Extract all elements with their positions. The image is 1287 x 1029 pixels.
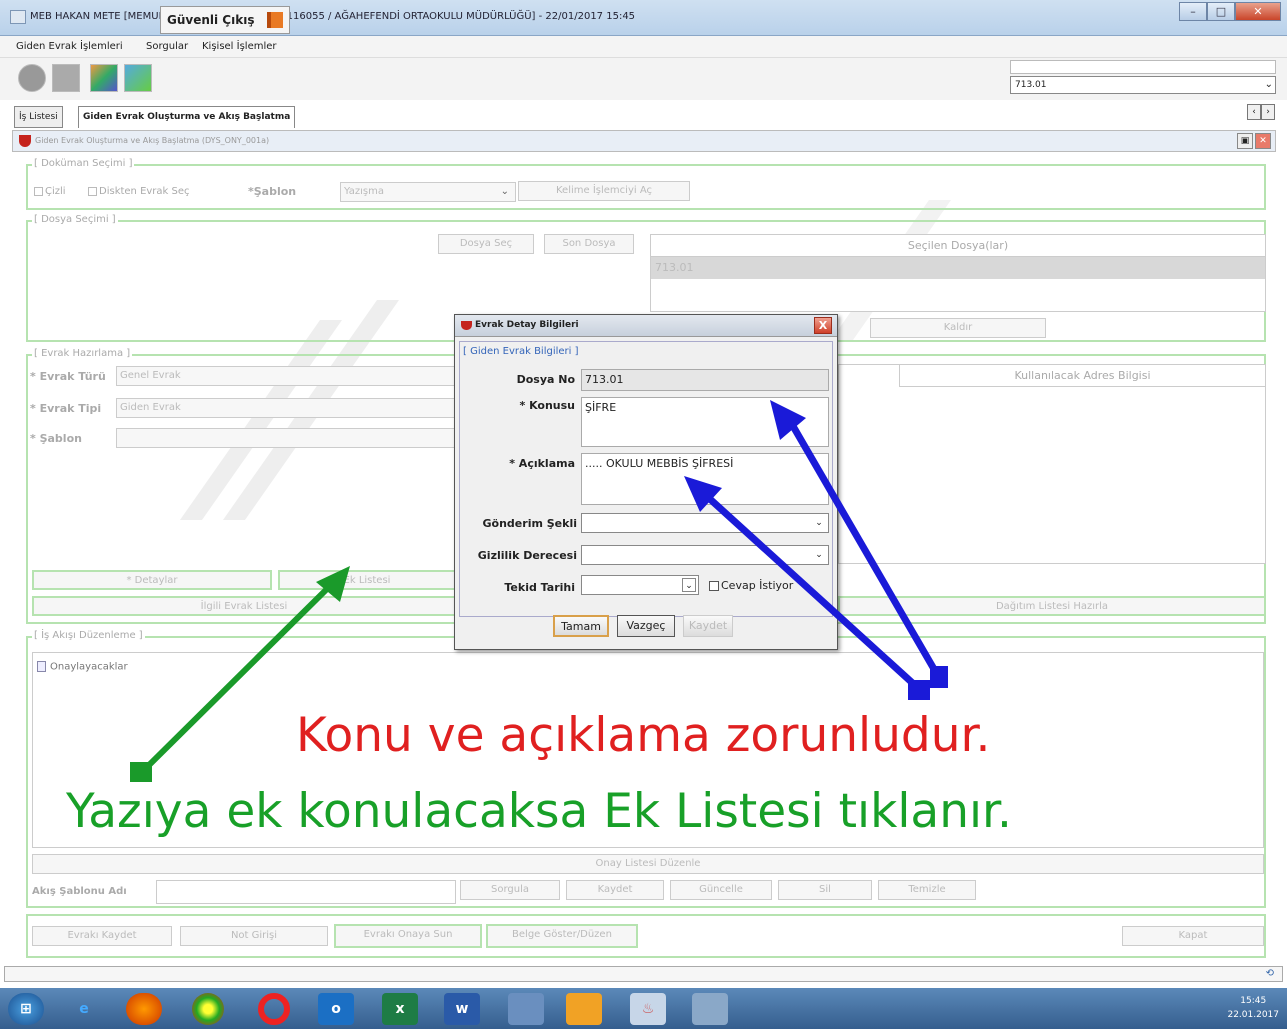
status-bar: ⟲ [4, 966, 1283, 982]
blue-arrow-aciklama [684, 476, 930, 700]
annotation-red-text: Konu ve açıklama zorunludur. [296, 708, 991, 763]
firefox-icon[interactable] [126, 993, 162, 1025]
clock-date: 22.01.2017 [1227, 1010, 1279, 1020]
start-icon[interactable]: ⊞ [8, 993, 44, 1025]
outlook-icon[interactable]: o [318, 993, 354, 1025]
system-clock[interactable]: 15:45 22.01.2017 [1227, 994, 1279, 1022]
annotation-arrows [130, 400, 948, 782]
java-icon[interactable]: ♨ [630, 993, 666, 1025]
chrome-icon[interactable] [192, 993, 224, 1025]
taskbar: ⊞ e o x w ♨ 15:45 22.01.2017 [0, 988, 1287, 1029]
connection-icon: ⟲ [1265, 968, 1274, 979]
word-icon[interactable]: w [444, 993, 480, 1025]
clock-time: 15:45 [1240, 996, 1267, 1006]
paint-icon[interactable] [692, 993, 728, 1025]
opera-icon[interactable] [258, 993, 290, 1025]
ie-icon[interactable]: e [66, 993, 102, 1025]
blue-arrow-konusu [770, 400, 948, 688]
annotation-green-text: Yazıya ek konulacaksa Ek Listesi tıklanı… [66, 784, 1012, 839]
app-active-icon[interactable] [566, 993, 602, 1025]
excel-icon[interactable]: x [382, 993, 418, 1025]
network-icon[interactable] [508, 993, 544, 1025]
